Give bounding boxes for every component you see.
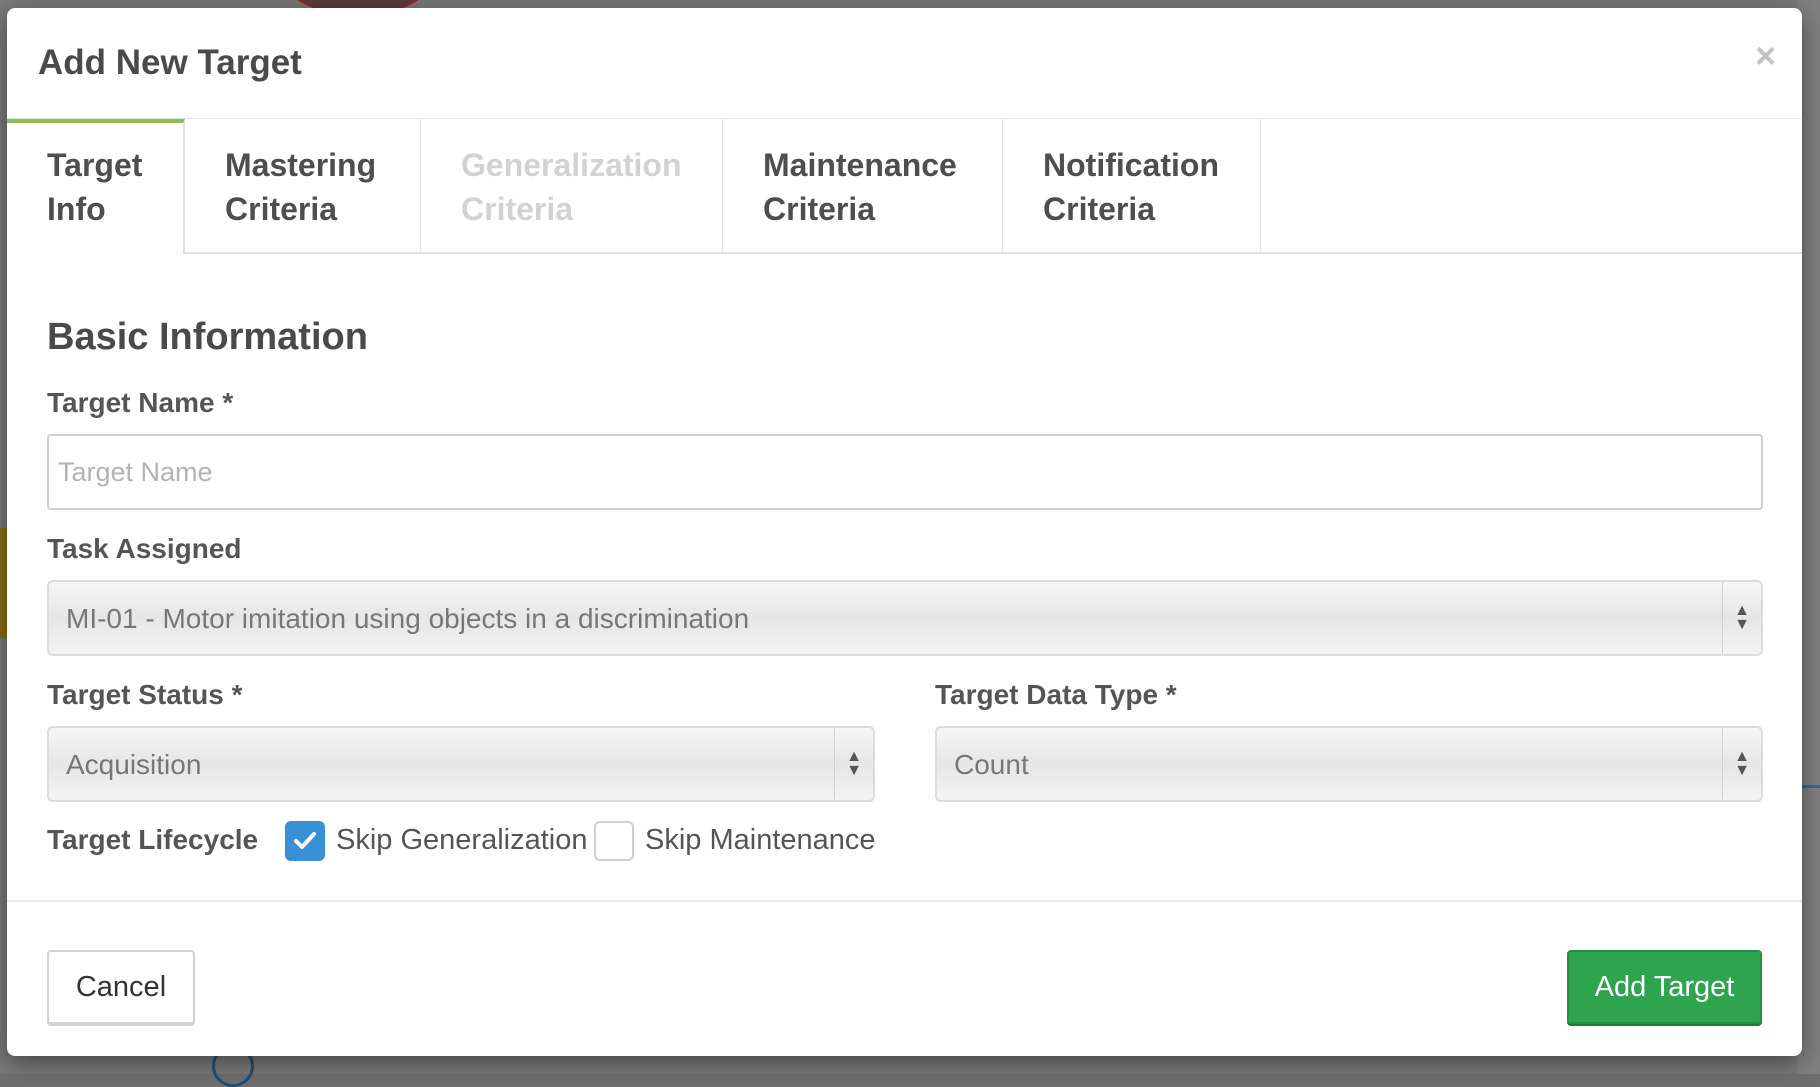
task-assigned-value: MI-01 - Motor imitation using objects in… — [66, 603, 750, 634]
tab-label-line2: Criteria — [461, 191, 574, 227]
tab-bar: Target Info Mastering Criteria Generaliz… — [7, 119, 1802, 254]
tab-label-line2: Criteria — [763, 191, 876, 227]
target-lifecycle-label: Target Lifecycle — [47, 824, 259, 855]
tab-label-line1: Notification — [1043, 147, 1219, 183]
tab-label-line1: Generalization — [461, 147, 682, 183]
modal-title: Add New Target — [38, 43, 302, 82]
cancel-button[interactable]: Cancel — [47, 950, 195, 1024]
section-title: Basic Information — [47, 316, 368, 358]
add-target-modal: Add New Target × Target Info Mastering C… — [7, 8, 1802, 1056]
select-arrows-icon: ▲ ▼ — [1722, 728, 1761, 800]
target-name-input[interactable] — [47, 434, 1763, 510]
target-name-label: Target Name * — [47, 387, 234, 418]
tab-label-line1: Target — [47, 147, 143, 183]
check-icon — [294, 832, 316, 849]
target-status-select[interactable]: Acquisition ▲ ▼ — [47, 726, 875, 802]
select-arrows-icon: ▲ ▼ — [834, 728, 873, 800]
add-target-button[interactable]: Add Target — [1567, 950, 1762, 1024]
modal-footer: Cancel Add Target — [7, 900, 1802, 1056]
tab-generalization-criteria[interactable]: Generalization Criteria — [421, 119, 723, 252]
task-assigned-select[interactable]: MI-01 - Motor imitation using objects in… — [47, 580, 1763, 656]
tab-label-line2: Info — [47, 191, 106, 227]
modal-header: Add New Target × — [7, 8, 1802, 119]
tab-notification-criteria[interactable]: Notification Criteria — [1003, 119, 1261, 252]
task-assigned-label: Task Assigned — [47, 533, 242, 564]
tab-target-info[interactable]: Target Info — [7, 119, 185, 254]
target-data-type-select[interactable]: Count ▲ ▼ — [935, 726, 1763, 802]
target-data-type-label: Target Data Type * — [935, 679, 1177, 710]
close-icon[interactable]: × — [1755, 38, 1776, 74]
tab-mastering-criteria[interactable]: Mastering Criteria — [185, 119, 421, 252]
target-data-type-value: Count — [954, 749, 1029, 780]
target-status-label: Target Status * — [47, 679, 243, 710]
tab-label-line2: Criteria — [225, 191, 338, 227]
tab-label-line1: Maintenance — [763, 147, 957, 183]
tab-label-line2: Criteria — [1043, 191, 1156, 227]
tab-maintenance-criteria[interactable]: Maintenance Criteria — [723, 119, 1003, 252]
skip-generalization-label[interactable]: Skip Generalization — [336, 824, 587, 857]
target-status-value: Acquisition — [66, 749, 202, 780]
skip-maintenance-label[interactable]: Skip Maintenance — [645, 824, 876, 857]
select-arrows-icon: ▲ ▼ — [1722, 582, 1761, 654]
skip-generalization-checkbox[interactable] — [285, 821, 325, 861]
tab-label-line1: Mastering — [225, 147, 377, 183]
skip-maintenance-checkbox[interactable] — [594, 821, 634, 861]
